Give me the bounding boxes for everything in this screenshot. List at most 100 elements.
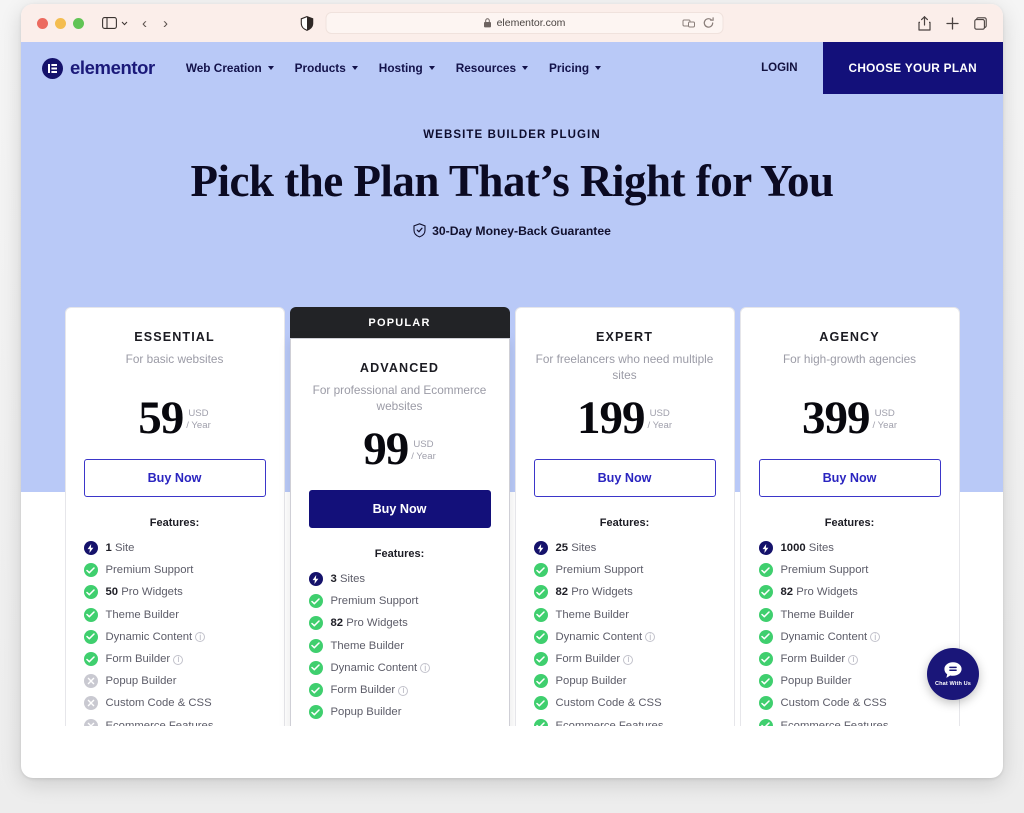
info-icon[interactable]: i (195, 632, 206, 643)
close-window-button[interactable] (37, 17, 48, 29)
info-icon[interactable]: i (420, 663, 431, 674)
feature-item: Dynamic Content i (308, 660, 491, 675)
feature-item: Dynamic Content i (533, 629, 716, 644)
feature-item: Custom Code & CSS (533, 696, 716, 711)
sidebar-toggle-button[interactable] (102, 17, 128, 29)
new-tab-icon[interactable] (946, 16, 959, 30)
feature-text-group: Premium Support (781, 564, 869, 576)
plan-description: For professional and Ecommerce websites (312, 383, 487, 413)
browser-nav-arrows[interactable]: ‹ › (142, 15, 168, 32)
feature-text-group: Dynamic Content i (556, 631, 656, 643)
buy-now-button[interactable]: Buy Now (83, 459, 266, 498)
feature-item: Popup Builder (758, 674, 941, 689)
cross-icon (83, 718, 98, 726)
nav-item-hosting[interactable]: Hosting (379, 61, 435, 75)
toolbar-actions[interactable] (918, 15, 987, 31)
feature-label: Pro Widgets (346, 617, 408, 630)
chevron-down-icon (351, 66, 358, 70)
tab-overview-icon[interactable] (974, 16, 987, 30)
check-icon (758, 674, 773, 689)
price-period: / Year (186, 420, 211, 432)
extensions-icon[interactable] (682, 18, 696, 29)
feature-label: Theme Builder (555, 608, 629, 621)
url-bar-actions[interactable] (682, 17, 715, 29)
nav-label: Resources (455, 61, 517, 75)
nav-item-resources[interactable]: Resources (455, 61, 529, 75)
guarantee-text: 30-Day Money-Back Guarantee (432, 223, 611, 238)
feature-text-group: Premium Support (331, 595, 419, 607)
check-icon (758, 696, 773, 711)
feature-item: Custom Code & CSS (758, 696, 941, 711)
price-amount: 99 (363, 423, 409, 475)
feature-label: Form Builder (330, 684, 396, 697)
info-icon[interactable]: i (173, 654, 184, 665)
sidebar-toggle-icon (102, 17, 117, 29)
buy-now-button[interactable]: Buy Now (758, 459, 941, 498)
info-icon[interactable]: i (398, 685, 409, 696)
plan-card-body: ADVANCED For professional and Ecommerce w… (289, 338, 510, 726)
plan-price: 199 USD / Year (534, 394, 716, 441)
plan-name: ESSENTIAL (134, 330, 215, 344)
chat-with-us-button[interactable]: Chat With Us (927, 648, 979, 700)
feature-item: Popup Builder (308, 705, 491, 720)
feature-text-group: 50 Pro Widgets (106, 586, 183, 598)
window-controls[interactable] (37, 17, 84, 29)
buy-now-button[interactable]: Buy Now (533, 459, 716, 498)
feature-label: Sites (571, 542, 597, 555)
feature-item: 1 Site (83, 541, 266, 556)
feature-label: Premium Support (555, 564, 644, 577)
feature-label: Form Builder (105, 653, 171, 666)
info-icon[interactable]: i (623, 654, 634, 665)
feature-item: Ecommerce Features (758, 718, 941, 726)
nav-item-pricing[interactable]: Pricing (549, 61, 602, 75)
bolt-icon (83, 541, 98, 556)
pricing-card-expert: EXPERT For freelancers who need multiple … (514, 307, 735, 726)
minimize-window-button[interactable] (55, 17, 66, 29)
feature-label: Sites (808, 542, 834, 555)
feature-value: 82 (780, 586, 794, 599)
info-icon[interactable]: i (645, 632, 656, 643)
info-icon[interactable]: i (870, 632, 881, 643)
price-period: / Year (872, 420, 898, 432)
forward-arrow-icon[interactable]: › (163, 15, 168, 32)
elementor-logo[interactable]: elementor (42, 57, 155, 79)
feature-label: Sites (339, 573, 366, 586)
maximize-window-button[interactable] (73, 17, 84, 29)
nav-item-web-creation[interactable]: Web Creation (186, 61, 274, 75)
choose-your-plan-button[interactable]: CHOOSE YOUR PLAN (822, 42, 1003, 94)
nav-item-products[interactable]: Products (295, 61, 358, 75)
features-heading: Features: (599, 517, 650, 530)
feature-text-group: Popup Builder (106, 675, 177, 687)
feature-text-group: Dynamic Content i (331, 662, 431, 674)
login-link[interactable]: LOGIN (761, 62, 797, 74)
check-icon (533, 696, 548, 711)
info-icon[interactable]: i (848, 654, 859, 665)
feature-text-group: 82 Pro Widgets (331, 617, 408, 629)
feature-item: Custom Code & CSS (83, 696, 266, 711)
url-bar[interactable]: elementor.com (325, 12, 724, 34)
reload-icon[interactable] (703, 17, 715, 29)
privacy-shield-icon[interactable] (300, 15, 314, 31)
check-icon (83, 629, 98, 644)
pricing-card-agency: AGENCY For high-growth agencies 399 USD / Ye… (739, 307, 960, 726)
share-icon[interactable] (918, 15, 931, 31)
pricing-card-advanced: POPULAR ADVANCED For professional and Ecom… (289, 307, 510, 726)
feature-label: Dynamic Content (105, 630, 193, 643)
feature-item: Form Builder i (758, 652, 941, 667)
feature-text-group: 1000 Sites (781, 542, 834, 554)
feature-label: Theme Builder (105, 608, 179, 621)
feature-label: Custom Code & CSS (105, 697, 212, 710)
brand-name: elementor (70, 57, 155, 78)
money-back-guarantee: 30-Day Money-Back Guarantee (413, 223, 611, 238)
chevron-down-icon (428, 66, 435, 70)
chevron-down-icon (595, 66, 602, 70)
feature-item: Form Builder i (533, 652, 716, 667)
feature-text-group: Theme Builder (331, 640, 404, 652)
feature-label: Custom Code & CSS (780, 697, 887, 710)
back-arrow-icon[interactable]: ‹ (142, 15, 147, 32)
pricing-grid: ESSENTIAL For basic websites 59 USD / Year Bu… (21, 307, 1003, 726)
plan-card-body: ESSENTIAL For basic websites 59 USD / Year Bu… (64, 307, 285, 726)
buy-now-button[interactable]: Buy Now (308, 490, 491, 529)
plan-name: AGENCY (819, 330, 880, 344)
check-icon (758, 718, 773, 726)
